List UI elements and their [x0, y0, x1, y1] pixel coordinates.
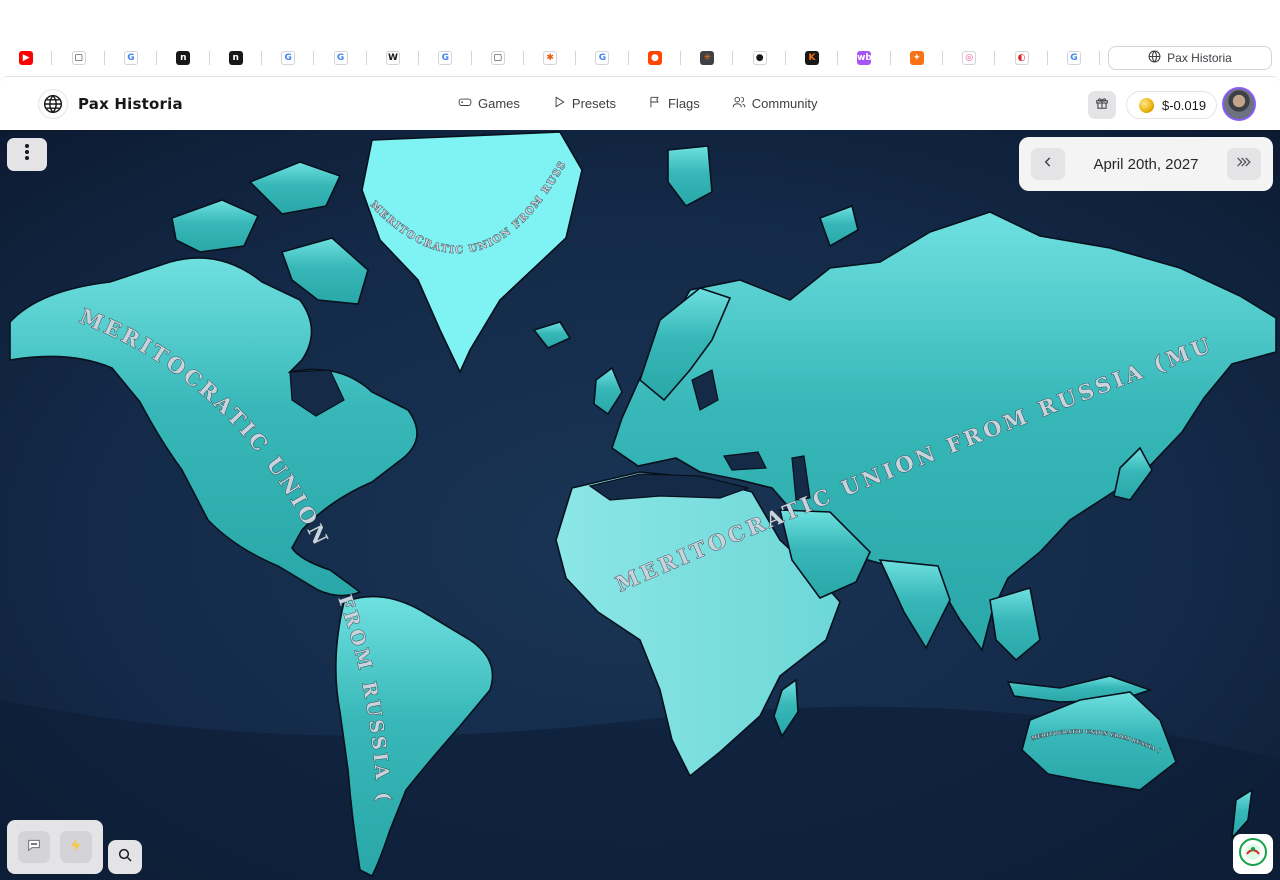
brand[interactable]: Pax Historia: [38, 89, 183, 119]
nav-presets[interactable]: Presets: [552, 95, 616, 112]
browser-tab[interactable]: G: [419, 44, 472, 72]
double-chevron-right-icon: [1235, 155, 1253, 174]
nav-flags-label: Flags: [667, 96, 700, 111]
browser-tab[interactable]: G: [314, 44, 368, 72]
play-icon: [552, 95, 566, 112]
wb-logo-icon: wb: [857, 51, 872, 65]
browser-tab[interactable]: ▢: [472, 44, 525, 72]
map-badge-button[interactable]: [1233, 834, 1273, 874]
browser-tab[interactable]: n: [210, 44, 263, 72]
n-logo-icon: n: [228, 51, 243, 65]
browser-tab[interactable]: ◐: [995, 44, 1049, 72]
map-search-button[interactable]: [108, 840, 142, 874]
previous-date-button[interactable]: [1031, 148, 1065, 180]
google-icon: G: [1067, 51, 1081, 65]
app-window: ▶ ▢ Gn n G G W G ▢ ✱ G ● ✳ ● Kwb ✦ ◎ ◐ G Pax Historia Pax …: [0, 0, 1280, 880]
current-date: April 20th, 2027: [1093, 155, 1199, 173]
pink-circle-icon: ◎: [962, 51, 977, 65]
browser-tab[interactable]: ✱: [524, 44, 577, 72]
active-tab-title: Pax Historia: [1167, 51, 1232, 65]
browser-tab-bar: ▶ ▢ Gn n G G W G ▢ ✱ G ● ✳ ● Kwb ✦ ◎ ◐ G Pax Historia: [0, 0, 1280, 76]
globe-logo-icon: [38, 89, 68, 119]
main-nav: Games Presets Flags Community: [458, 95, 818, 112]
brand-name: Pax Historia: [78, 95, 183, 113]
more-vertical-icon: [24, 143, 30, 166]
balance-value: $-0.019: [1162, 97, 1207, 113]
lightning-icon: [68, 837, 84, 858]
browser-tab[interactable]: ✦: [891, 44, 944, 72]
app-header: Pax Historia Games Presets Flags Communi…: [0, 76, 1280, 130]
active-tab[interactable]: Pax Historia: [1108, 46, 1272, 70]
bolt-app-icon: ✦: [909, 51, 924, 65]
flag-icon: [648, 95, 662, 112]
browser-tab[interactable]: G: [105, 44, 158, 72]
browser-tab[interactable]: K: [786, 44, 839, 72]
chat-button[interactable]: [17, 831, 50, 863]
browser-tab[interactable]: ●: [629, 44, 682, 72]
globe-icon: [1148, 50, 1161, 66]
browser-tab[interactable]: G: [262, 44, 315, 72]
fast-forward-button[interactable]: [1226, 148, 1261, 180]
bottom-tool-panel: [7, 820, 103, 874]
browser-tab[interactable]: ◎: [943, 44, 996, 72]
nav-games-label: Games: [478, 96, 520, 111]
map-menu-button[interactable]: [7, 138, 47, 171]
users-icon: [732, 95, 746, 112]
swirl-icon: ◐: [1014, 51, 1029, 65]
browser-tab[interactable]: ▢: [52, 44, 106, 72]
world-map-canvas: MERITOCRATIC UNION FROM RUSSIA (MUR) MER…: [0, 130, 1280, 880]
pinned-tabs: ▶ ▢ Gn n G G W G ▢ ✱ G ● ✳ ● Kwb ✦ ◎ ◐ G: [0, 44, 1280, 72]
bug-icon: ✱: [543, 51, 558, 65]
world-map[interactable]: MERITOCRATIC UNION FROM RUSSIA (MUR) MER…: [0, 130, 1280, 880]
balance-pill[interactable]: $-0.019: [1126, 91, 1218, 119]
date-panel: April 20th, 2027: [1019, 137, 1273, 191]
nav-games[interactable]: Games: [458, 95, 520, 112]
youtube-icon: ▶: [19, 51, 34, 65]
google-icon: G: [281, 51, 296, 65]
nav-presets-label: Presets: [571, 96, 616, 111]
avatar[interactable]: [1222, 87, 1256, 121]
browser-tab[interactable]: ●: [733, 44, 787, 72]
coin-icon: [1139, 97, 1154, 113]
gift-button[interactable]: [1088, 91, 1116, 119]
asterisk-icon: ✳: [700, 51, 715, 65]
chevron-left-icon: [1041, 155, 1055, 174]
k-logo-icon: K: [805, 51, 820, 65]
app-square-icon: ▢: [490, 51, 505, 65]
app-square-icon: ▢: [71, 51, 86, 65]
browser-tab[interactable]: W: [367, 44, 420, 72]
browser-tab[interactable]: n: [157, 44, 210, 72]
nav-flags[interactable]: Flags: [648, 95, 700, 112]
google-icon: G: [595, 51, 610, 65]
google-icon: G: [438, 51, 453, 65]
nav-community-label: Community: [751, 96, 818, 111]
google-icon: G: [333, 51, 348, 65]
gift-icon: [1095, 96, 1109, 115]
reddit-icon: ●: [647, 51, 662, 65]
map-badge-icon: [1238, 837, 1268, 872]
browser-tab[interactable]: G: [1048, 44, 1101, 72]
github-icon: ●: [752, 51, 767, 65]
gamepad-icon: [458, 95, 472, 112]
browser-tab[interactable]: ▶: [0, 44, 53, 72]
chat-bubble-icon: [26, 837, 42, 858]
n-logo-icon: n: [176, 51, 191, 65]
action-button[interactable]: [60, 831, 93, 863]
browser-tab[interactable]: wb: [838, 44, 892, 72]
wikipedia-icon: W: [385, 51, 400, 65]
sea-black: [723, 451, 767, 471]
nav-community[interactable]: Community: [732, 95, 818, 112]
browser-tab[interactable]: G: [576, 44, 630, 72]
google-icon: G: [123, 51, 138, 65]
browser-tab[interactable]: ✳: [681, 44, 734, 72]
search-icon: [117, 847, 133, 868]
